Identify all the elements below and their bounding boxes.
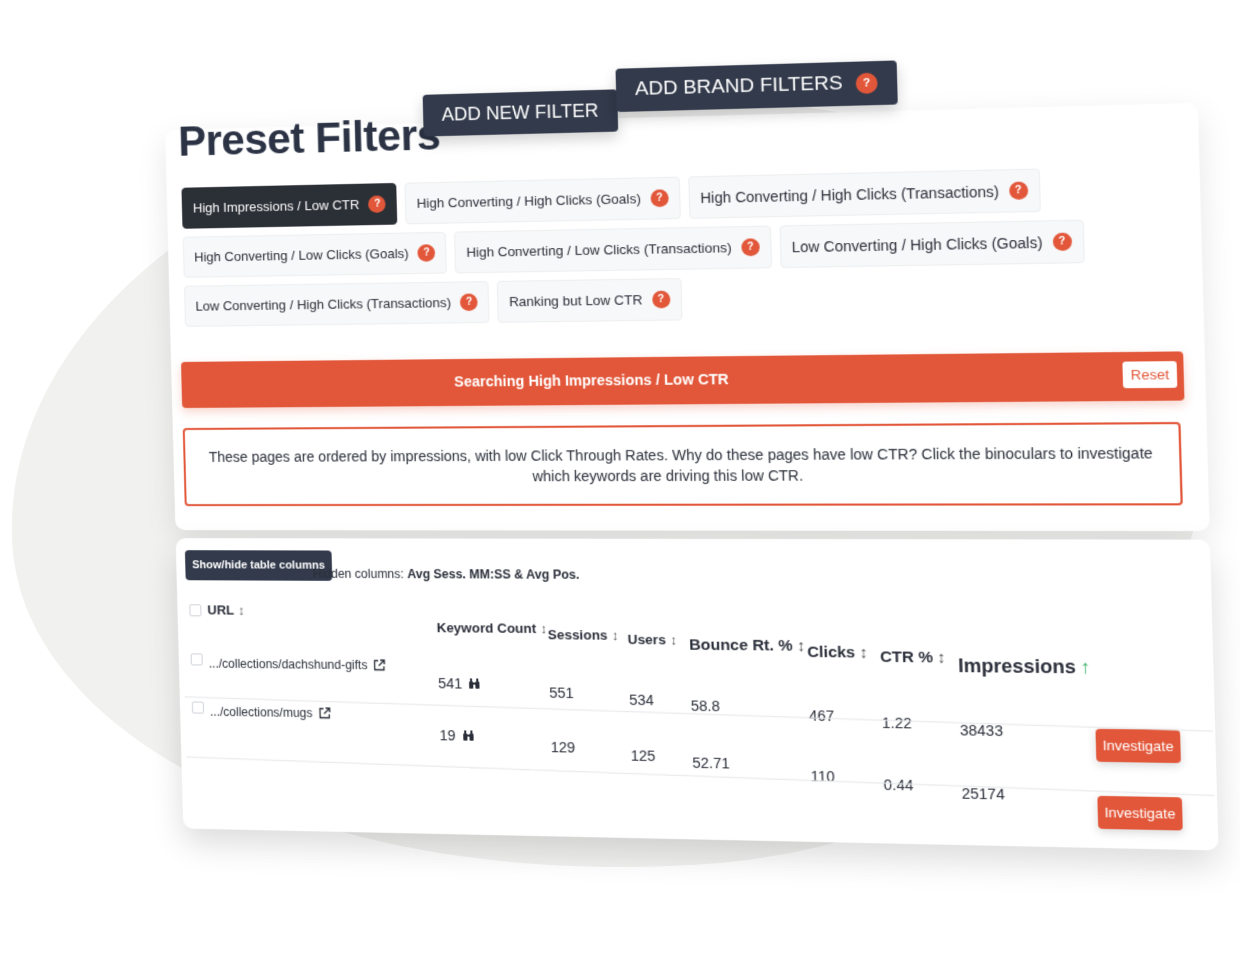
- investigate-button[interactable]: Investigate: [1097, 795, 1183, 831]
- table-cell-clicks: 110: [810, 767, 836, 785]
- add-brand-filters-label: ADD BRAND FILTERS: [634, 72, 843, 101]
- preset-chip-high-converting-low-clicks-transactions[interactable]: High Converting / Low Clicks (Transactio…: [454, 225, 772, 274]
- row-checkbox[interactable]: [190, 653, 203, 666]
- keyword-count-value: 19: [439, 726, 456, 744]
- table-cell-keyword-count: 19: [439, 727, 474, 744]
- preset-chip-label: High Impressions / Low CTR: [192, 196, 360, 216]
- preset-chip-high-converting-low-clicks-goals[interactable]: High Converting / Low Clicks (Goals) ?: [182, 231, 448, 278]
- table-cell-ctr: 0.44: [883, 776, 914, 794]
- add-new-filter-label: ADD NEW FILTER: [441, 100, 599, 125]
- column-header-label: Clicks: [807, 643, 856, 662]
- column-header-label: CTR %: [879, 648, 934, 667]
- select-all-checkbox[interactable]: [189, 604, 202, 617]
- help-icon[interactable]: ?: [1008, 181, 1029, 200]
- table-cell-keyword-count: 541: [438, 675, 481, 692]
- help-icon[interactable]: ?: [651, 290, 671, 309]
- sort-icon: ↕: [796, 637, 806, 655]
- active-filter-bar: Searching High Impressions / Low CTR Res…: [180, 351, 1185, 409]
- column-header-sessions[interactable]: Sessions ↕: [548, 627, 619, 643]
- sort-icon: ↕: [611, 627, 619, 643]
- table-cell-sessions: 551: [549, 684, 574, 702]
- url-text: .../collections/dachshund-gifts: [208, 656, 368, 673]
- sort-icon: ↕: [237, 602, 245, 618]
- binoculars-icon[interactable]: [462, 729, 475, 741]
- hidden-columns-note: Hidden columns: Avg Sess. MM:SS & Avg Po…: [313, 567, 580, 582]
- preset-chip-high-converting-high-clicks-transactions[interactable]: High Converting / High Clicks (Transacti…: [688, 168, 1041, 219]
- table-cell-users: 534: [628, 691, 655, 709]
- add-new-filter-button[interactable]: ADD NEW FILTER: [422, 89, 618, 137]
- preset-chip-high-impressions-low-ctr[interactable]: High Impressions / Low CTR ?: [181, 182, 398, 229]
- preset-chip-low-converting-high-clicks-transactions[interactable]: Low Converting / High Clicks (Transactio…: [183, 281, 490, 327]
- table-cell-users: 125: [630, 747, 656, 765]
- column-header-label: Sessions: [547, 626, 608, 643]
- column-header-label: Impressions: [957, 655, 1077, 678]
- column-header-keyword-count[interactable]: Keyword Count ↕: [436, 620, 547, 636]
- keyword-count-value: 541: [437, 675, 463, 692]
- external-link-icon[interactable]: [373, 659, 386, 671]
- page-title: Preset Filters: [177, 110, 441, 165]
- column-header-ctr[interactable]: CTR % ↕: [880, 648, 946, 666]
- external-link-icon[interactable]: [318, 707, 330, 719]
- column-header-bounce-rate[interactable]: Bounce Rt. % ↕: [689, 636, 805, 655]
- preset-chip-label: High Converting / High Clicks (Goals): [416, 190, 642, 211]
- row-checkbox[interactable]: [191, 701, 205, 714]
- help-icon[interactable]: ?: [741, 238, 760, 257]
- preset-chip-low-converting-high-clicks-goals[interactable]: Low Converting / High Clicks (Goals) ?: [779, 219, 1085, 269]
- table-cell-sessions: 129: [550, 738, 576, 756]
- results-table-panel: [175, 538, 1219, 851]
- help-icon[interactable]: ?: [855, 72, 878, 95]
- sort-icon: ↕: [859, 643, 868, 662]
- sort-icon: ↕: [669, 631, 678, 648]
- preset-chip-label: Low Converting / High Clicks (Transactio…: [195, 294, 452, 314]
- help-icon[interactable]: ?: [368, 195, 387, 213]
- preset-chip-label: Low Converting / High Clicks (Goals): [791, 233, 1043, 255]
- table-cell-bounce-rate: 52.71: [692, 754, 730, 772]
- help-icon[interactable]: ?: [460, 293, 479, 312]
- column-header-impressions[interactable]: Impressions ↑: [958, 655, 1091, 679]
- filter-description-text: These pages are ordered by impressions, …: [208, 444, 1153, 485]
- hidden-columns-label: Hidden columns:: [312, 566, 405, 582]
- preset-chip-label: High Converting / High Clicks (Transacti…: [700, 182, 1000, 206]
- column-header-url[interactable]: URL ↕: [207, 602, 245, 617]
- add-brand-filters-button[interactable]: ADD BRAND FILTERS ?: [615, 60, 898, 113]
- binoculars-icon[interactable]: [468, 677, 481, 689]
- preset-filter-list: High Impressions / Low CTR ? High Conver…: [181, 166, 1138, 334]
- help-icon[interactable]: ?: [417, 244, 436, 262]
- preset-chip-label: High Converting / Low Clicks (Goals): [193, 245, 409, 265]
- table-cell-url: .../collections/dachshund-gifts: [209, 657, 386, 673]
- preset-chip-label: Ranking but Low CTR: [508, 292, 643, 310]
- investigate-button[interactable]: Investigate: [1095, 728, 1181, 764]
- help-icon[interactable]: ?: [1052, 232, 1072, 251]
- sort-ascending-icon: ↑: [1080, 656, 1091, 678]
- preset-chip-high-converting-high-clicks-goals[interactable]: High Converting / High Clicks (Goals) ?: [404, 176, 681, 225]
- table-cell-url: .../collections/mugs: [210, 705, 331, 721]
- filter-description: These pages are ordered by impressions, …: [182, 421, 1183, 507]
- reset-button[interactable]: Reset: [1122, 361, 1178, 389]
- column-header-label: Keyword Count: [436, 620, 537, 637]
- table-cell-clicks: 467: [808, 707, 835, 725]
- show-hide-columns-button[interactable]: Show/hide table columns: [184, 550, 333, 581]
- sort-icon: ↕: [540, 620, 548, 637]
- column-header-label: URL: [207, 602, 235, 618]
- preset-chip-label: High Converting / Low Clicks (Transactio…: [466, 239, 732, 260]
- column-header-clicks[interactable]: Clicks ↕: [807, 643, 868, 661]
- app-stage: Preset Filters ADD NEW FILTER ADD BRAND …: [0, 0, 1240, 963]
- table-cell-ctr: 1.22: [881, 714, 912, 732]
- preset-chip-ranking-but-low-ctr[interactable]: Ranking but Low CTR ?: [497, 278, 683, 323]
- help-icon[interactable]: ?: [650, 189, 669, 208]
- url-text: .../collections/mugs: [209, 704, 313, 721]
- hidden-columns-value: Avg Sess. MM:SS & Avg Pos.: [407, 566, 580, 582]
- column-header-users[interactable]: Users ↕: [627, 632, 677, 648]
- column-header-label: Bounce Rt. %: [688, 636, 793, 655]
- sort-icon: ↕: [937, 648, 946, 667]
- column-header-label: Users: [627, 631, 667, 648]
- active-filter-text: Searching High Impressions / Low CTR: [453, 370, 729, 390]
- table-cell-bounce-rate: 58.8: [690, 697, 721, 715]
